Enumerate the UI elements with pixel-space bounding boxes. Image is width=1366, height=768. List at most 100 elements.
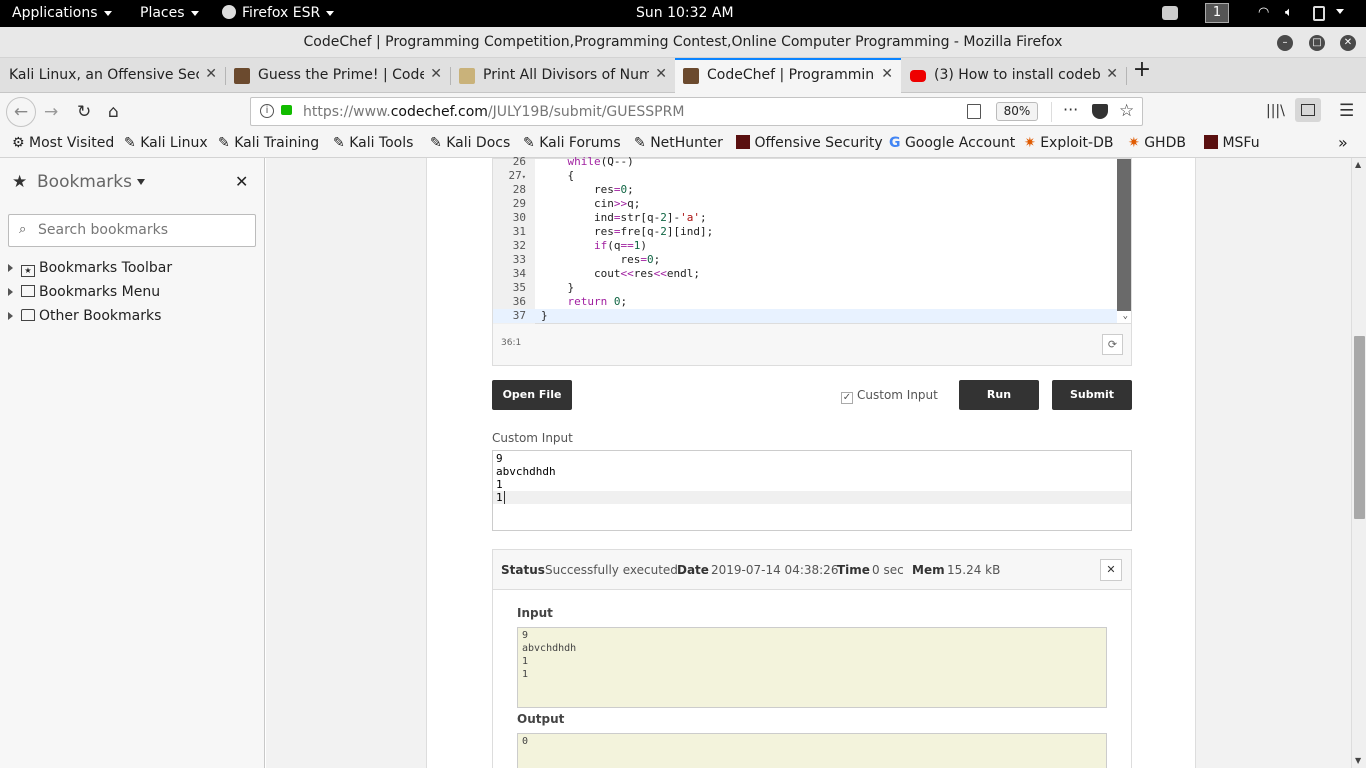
tab-print-all-divisors[interactable]: Print All Divisors of Numb ✕ [451,58,675,93]
result-input-box: 9 abvchdhdh 1 1 [517,627,1107,708]
exploit-db-icon: ✷ [1024,135,1036,151]
bookmark-kali-linux[interactable]: ✎ Kali Linux [124,135,208,151]
codechef-favicon-icon [234,68,250,84]
new-tab-plus-icon[interactable]: + [1130,57,1154,92]
close-tab-icon[interactable]: ✕ [430,66,442,82]
places-label: Places [140,5,185,21]
maximize-icon[interactable]: □ [1309,35,1325,51]
sidebar-title[interactable]: Bookmarks [37,172,146,192]
kali-dragon-icon: ✎ [523,135,535,151]
places-menu[interactable]: Places [140,5,199,21]
pocket-icon[interactable] [1092,104,1108,119]
scroll-up-icon[interactable]: ▲ [1355,160,1361,169]
lock-icon[interactable] [281,105,292,115]
tab-guess-the-prime[interactable]: Guess the Prime! | CodeC ✕ [226,58,450,93]
info-icon[interactable]: i [260,104,274,118]
firefox-app-menu[interactable]: Firefox ESR [222,5,335,21]
back-arrow-icon[interactable]: ← [6,97,36,127]
workspace-indicator[interactable]: 1 [1205,3,1229,23]
sidebar-item-other-bookmarks[interactable]: Other Bookmarks [8,308,161,324]
custom-input-line-active: 1 [493,491,1131,504]
sidebar-item-label: Bookmarks Toolbar [39,260,173,276]
page-actions-icon[interactable]: ··· [1063,100,1078,119]
line-number: 34 [512,267,526,280]
expand-arrow-icon[interactable] [8,312,13,320]
tab-youtube[interactable]: (3) How to install codeblo ✕ [902,58,1126,93]
code-text: if(q==1) [593,239,647,252]
sidebar-item-bookmarks-toolbar[interactable]: ★ Bookmarks Toolbar [8,260,172,277]
result-input-line: 1 [522,669,529,680]
youtube-favicon-icon [910,70,926,82]
volume-icon[interactable]: 🔈︎ [1285,5,1293,20]
system-menu-chevron-icon[interactable] [1336,9,1344,14]
battery-icon[interactable] [1313,6,1325,21]
open-file-button[interactable]: Open File [492,380,572,410]
chevron-down-icon [190,10,199,16]
clock[interactable]: Sun 10:32 AM [636,5,734,21]
star-bookmark-icon[interactable]: ☆ [1119,101,1134,121]
close-sidebar-icon[interactable]: ✕ [235,172,248,191]
star-icon: ★ [12,172,28,192]
submit-button[interactable]: Submit [1052,380,1132,410]
bookmark-kali-docs[interactable]: ✎ Kali Docs [430,135,510,151]
applications-menu[interactable]: Applications [12,5,112,21]
tab-kali-linux[interactable]: Kali Linux, an Offensive Secu ✕ [0,58,225,93]
bookmark-offensive-security[interactable]: Offensive Security [736,135,883,151]
date-label: Date [677,563,709,577]
bookmark-kali-training[interactable]: ✎ Kali Training [218,135,319,151]
bookmark-google-account[interactable]: G Google Account [889,135,1015,151]
sidebar-toggle-icon[interactable] [1295,98,1321,122]
close-tab-icon[interactable]: ✕ [655,66,667,82]
page-scrollbar-thumb[interactable] [1354,336,1365,519]
custom-input-checkbox[interactable]: ✓ Custom Input [841,388,938,404]
hamburger-menu-icon[interactable]: ☰ [1339,101,1354,121]
code-line-active: 37} [493,309,1117,323]
bookmark-nethunter[interactable]: ✎ NetHunter [634,135,723,151]
reader-view-icon[interactable] [967,104,981,119]
bookmark-kali-tools[interactable]: ✎ Kali Tools [333,135,413,151]
run-button[interactable]: Run [959,380,1039,410]
library-icon[interactable]: |||\ [1266,103,1285,119]
offsec-icon [736,135,750,149]
code-editor[interactable]: 26 while(Q--) 27▾ { 28 res=0; 29 cin>>q;… [492,155,1132,325]
expand-arrow-icon[interactable] [8,264,13,272]
sidebar-item-label: Other Bookmarks [39,308,162,324]
bookmark-ghdb[interactable]: ✷ GHDB [1128,135,1186,151]
reload-icon[interactable]: ↻ [77,102,91,122]
offsec-icon [1204,135,1218,149]
bookmark-msfu[interactable]: MSFu [1204,135,1260,151]
url-bar[interactable]: i https://www.codechef.com/JULY19B/submi… [250,97,1143,126]
expand-arrow-icon[interactable] [8,288,13,296]
line-number: 30 [512,211,526,224]
zoom-indicator[interactable]: 80% [996,102,1038,121]
custom-input-textarea[interactable]: 9 abvchdhdh 1 1 [492,450,1132,531]
result-input-line: 9 [522,630,529,641]
page-scrollbar[interactable]: ▲ ▼ [1351,158,1366,768]
scroll-down-icon[interactable]: ▼ [1355,756,1361,765]
mem-value: 15.24 kB [947,563,1001,577]
editor-scrollbar[interactable] [1117,159,1131,311]
toolbar-folder-icon: ★ [21,265,35,277]
bookmark-most-visited[interactable]: ⚙ Most Visited [12,135,114,151]
close-window-icon[interactable]: ✕ [1340,35,1356,51]
close-tab-icon[interactable]: ✕ [1106,66,1118,82]
forward-arrow-icon[interactable]: → [44,102,58,122]
close-result-icon[interactable]: ✕ [1100,559,1122,581]
bookmarks-search-input[interactable]: ⌕ Search bookmarks [8,214,256,247]
close-tab-icon[interactable]: ✕ [881,66,893,82]
minimize-icon[interactable]: – [1277,35,1293,51]
chevron-overflow-icon[interactable]: » [1338,133,1348,152]
refresh-icon[interactable]: ⟳ [1102,334,1123,355]
url-text[interactable]: https://www.codechef.com/JULY19B/submit/… [303,104,684,120]
other-folder-icon [21,309,35,321]
scroll-down-icon[interactable]: ⌄ [1123,311,1128,321]
close-tab-icon[interactable]: ✕ [205,66,217,82]
home-icon[interactable]: ⌂ [108,102,119,122]
code-text: } [541,281,575,294]
bookmark-kali-forums[interactable]: ✎ Kali Forums [523,135,621,151]
tab-codechef-active[interactable]: CodeChef | Programming ✕ [675,58,901,93]
video-camera-icon[interactable] [1162,6,1178,20]
wifi-icon[interactable]: ◠ [1258,5,1269,20]
sidebar-item-bookmarks-menu[interactable]: Bookmarks Menu [8,284,160,300]
bookmark-exploit-db[interactable]: ✷ Exploit-DB [1024,135,1113,151]
